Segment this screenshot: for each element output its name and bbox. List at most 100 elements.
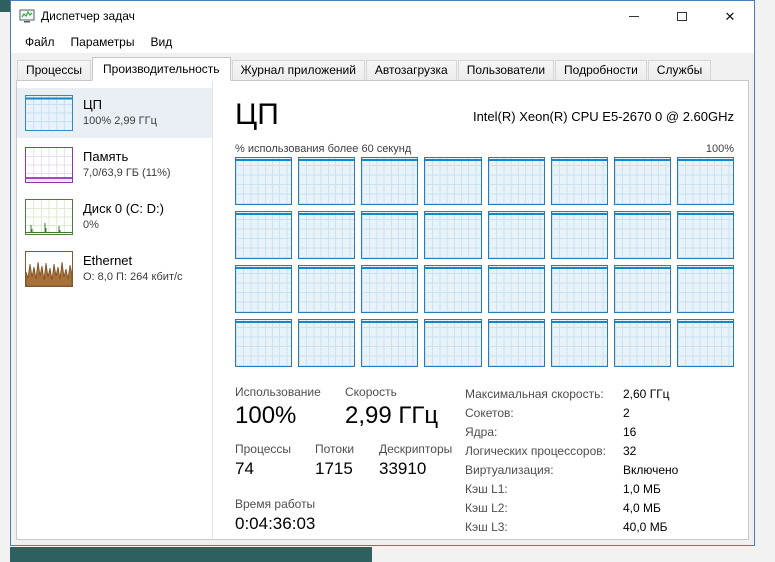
titlebar[interactable]: Диспетчер задач ✕ [11, 1, 754, 31]
sidebar-ethernet-title: Ethernet [83, 253, 133, 269]
minimize-icon [629, 15, 639, 17]
usage-value: 100% [235, 402, 297, 429]
tab-app-history[interactable]: Журнал приложений [231, 60, 365, 80]
sidebar-memory-title: Память [83, 149, 129, 165]
cpu-core-graph [487, 319, 545, 367]
cpu-core-graph [361, 157, 419, 205]
tab-area: Процессы Производительность Журнал прило… [11, 53, 754, 540]
detail-value-logical-processors: 32 [623, 444, 637, 458]
cpu-core-graph [613, 211, 671, 259]
sidebar-item-text: Ethernet О: 8,0 П: 264 кбит/с [83, 253, 183, 285]
cpu-core-graph [613, 265, 671, 313]
cpu-core-graph [550, 265, 608, 313]
detail-label-sockets: Сокетов: [465, 406, 514, 420]
cpu-stats: Использование 100% Скорость 2,99 ГГц Про… [235, 385, 734, 534]
cpu-core-graph [424, 265, 482, 313]
close-button[interactable]: ✕ [706, 1, 754, 31]
processes-value: 74 [235, 459, 254, 478]
cpu-core-graph [235, 265, 293, 313]
sidebar-item-ethernet[interactable]: Ethernet О: 8,0 П: 264 кбит/с [17, 244, 212, 294]
detail-label-cores: Ядра: [465, 425, 498, 439]
cpu-panel: ЦП Intel(R) Xeon(R) CPU E5-2670 0 @ 2.60… [213, 81, 748, 539]
detail-value-l3-cache: 40,0 МБ [623, 520, 668, 534]
handles-label: Дескрипторы [379, 442, 453, 456]
sidebar-item-memory[interactable]: Память 7,0/63,9 ГБ (11%) [17, 140, 212, 190]
cpu-core-graph [424, 157, 482, 205]
detail-label-l3-cache: Кэш L3: [465, 520, 508, 534]
menu-view[interactable]: Вид [142, 32, 180, 52]
detail-label-virtualization: Виртуализация: [465, 463, 554, 477]
disk-mini-graph [25, 199, 73, 235]
cpu-core-graph [550, 211, 608, 259]
cpu-core-graph [487, 265, 545, 313]
window-title: Диспетчер задач [41, 9, 135, 23]
sidebar-ethernet-subtitle: О: 8,0 П: 264 кбит/с [83, 271, 183, 284]
cpu-stats-left: Использование 100% Скорость 2,99 ГГц Про… [235, 385, 465, 534]
cpu-core-graph [613, 157, 671, 205]
sidebar-item-cpu[interactable]: ЦП 100% 2,99 ГГц [17, 88, 212, 138]
cpu-core-graph [361, 211, 419, 259]
cpu-core-graph [361, 319, 419, 367]
detail-value-sockets: 2 [623, 406, 630, 420]
uptime-value: 0:04:36:03 [235, 514, 316, 533]
tab-performance[interactable]: Производительность [92, 57, 231, 81]
window-controls: ✕ [610, 1, 754, 31]
menu-options[interactable]: Параметры [63, 32, 143, 52]
cpu-model: Intel(R) Xeon(R) CPU E5-2670 0 @ 2.60GHz [472, 109, 734, 124]
core-grid [235, 157, 734, 367]
tab-services[interactable]: Службы [647, 60, 712, 80]
detail-value-l2-cache: 4,0 МБ [623, 501, 661, 515]
maximize-icon [677, 11, 687, 21]
graph-caption-row: % использования более 60 секунд 100% [235, 143, 734, 155]
ethernet-mini-graph [25, 251, 73, 287]
tab-users[interactable]: Пользователи [457, 60, 555, 80]
graph-scale-max: 100% [705, 143, 734, 155]
sidebar-item-text: Память 7,0/63,9 ГБ (11%) [83, 149, 171, 181]
cpu-core-graph [550, 157, 608, 205]
cpu-core-graph [487, 211, 545, 259]
detail-value-virtualization: Включено [623, 463, 679, 477]
cpu-core-graph [613, 319, 671, 367]
cpu-core-graph [424, 211, 482, 259]
sidebar-item-text: Диск 0 (C: D:) 0% [83, 201, 164, 233]
taskbar-strip [10, 547, 372, 562]
cpu-core-graph [676, 319, 734, 367]
usage-label: Использование [235, 385, 321, 399]
detail-label-max-speed: Максимальная скорость: [465, 387, 604, 401]
menubar: Файл Параметры Вид [11, 31, 754, 53]
close-icon: ✕ [724, 8, 736, 24]
cpu-panel-header: ЦП Intel(R) Xeon(R) CPU E5-2670 0 @ 2.60… [235, 99, 734, 131]
graph-caption: % использования более 60 секунд [235, 143, 412, 155]
detail-label-l2-cache: Кэш L2: [465, 501, 508, 515]
tab-startup[interactable]: Автозагрузка [365, 60, 457, 80]
minimize-button[interactable] [610, 1, 658, 31]
panel-title: ЦП [235, 98, 279, 131]
detail-value-l1-cache: 1,0 МБ [623, 482, 661, 496]
tab-strip: Процессы Производительность Журнал прило… [16, 56, 749, 81]
tab-details[interactable]: Подробности [555, 60, 647, 80]
speed-value: 2,99 ГГц [345, 402, 439, 429]
cpu-core-graph [298, 319, 356, 367]
maximize-button[interactable] [658, 1, 706, 31]
cpu-core-graph [361, 265, 419, 313]
tab-processes[interactable]: Процессы [17, 60, 92, 80]
threads-label: Потоки [315, 442, 355, 456]
cpu-core-graph [424, 319, 482, 367]
sidebar-memory-subtitle: 7,0/63,9 ГБ (11%) [83, 167, 171, 180]
uptime-label: Время работы [235, 497, 316, 511]
performance-tab-panel: ЦП 100% 2,99 ГГц Память 7,0/63,9 ГБ (11%… [16, 80, 749, 540]
perf-sidebar: ЦП 100% 2,99 ГГц Память 7,0/63,9 ГБ (11%… [17, 81, 213, 539]
handles-value: 33910 [379, 459, 427, 478]
sidebar-item-disk[interactable]: Диск 0 (C: D:) 0% [17, 192, 212, 242]
speed-label: Скорость [345, 385, 397, 399]
memory-mini-graph [25, 147, 73, 183]
detail-value-cores: 16 [623, 425, 637, 439]
detail-label-l1-cache: Кэш L1: [465, 482, 508, 496]
cpu-core-graph [676, 265, 734, 313]
cpu-core-graph [298, 157, 356, 205]
sidebar-cpu-subtitle: 100% 2,99 ГГц [83, 115, 157, 128]
cpu-core-graph [676, 211, 734, 259]
processes-label: Процессы [235, 442, 292, 456]
desktop-corner-accent [0, 0, 10, 12]
menu-file[interactable]: Файл [17, 32, 63, 52]
